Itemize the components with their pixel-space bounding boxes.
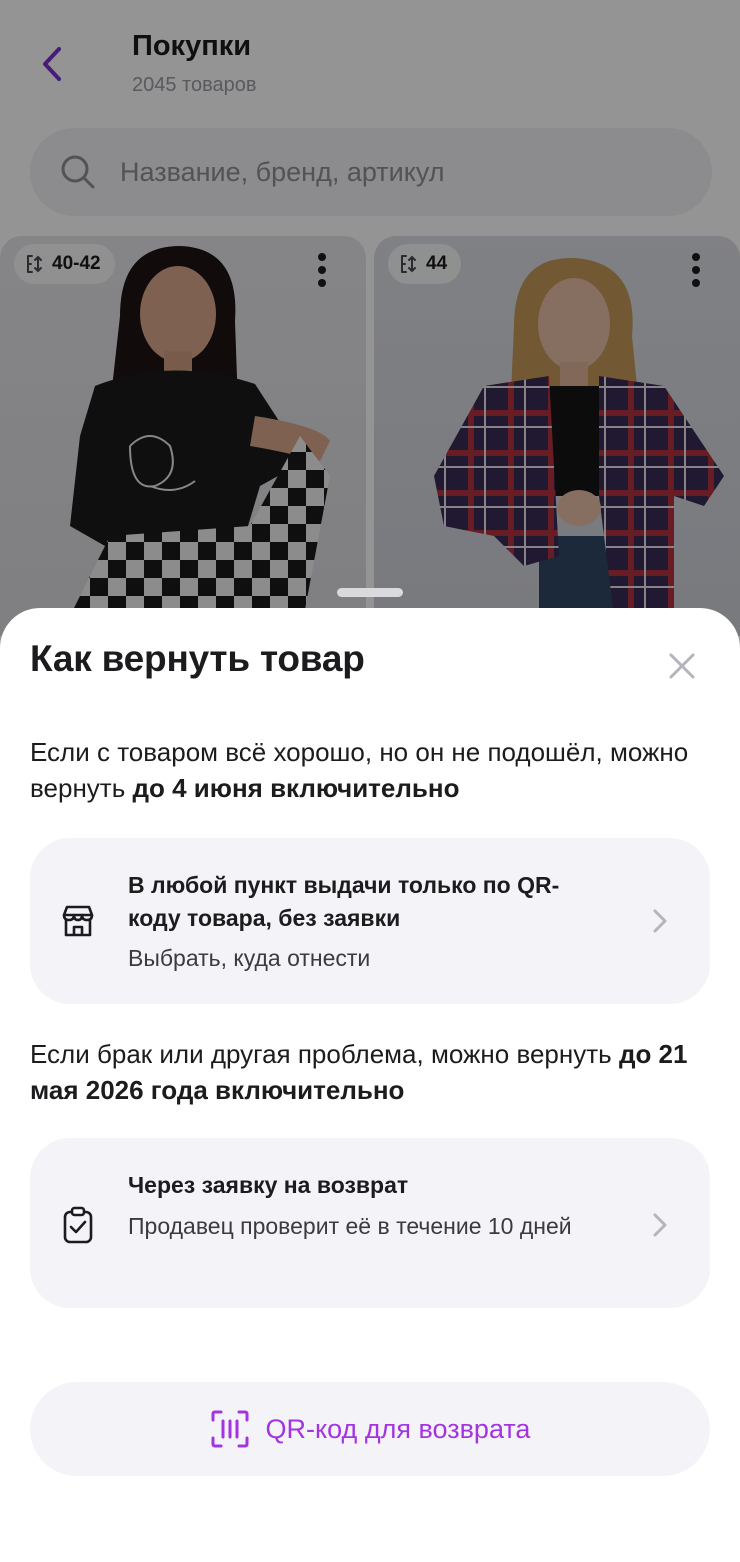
option-description: Выбрать, куда отнести [128, 945, 371, 971]
option-title: В любой пункт выдачи только по QR-коду т… [128, 872, 560, 931]
sheet-title: Как вернуть товар [30, 638, 365, 679]
close-icon [669, 653, 695, 679]
option-pickup-point[interactable]: В любой пункт выдачи только по QR-коду т… [30, 838, 710, 1004]
close-button[interactable] [658, 642, 706, 690]
qr-return-button[interactable]: QR-код для возврата [30, 1382, 710, 1476]
clipboard-check-icon [63, 1206, 93, 1244]
option-title: Через заявку на возврат [128, 1172, 409, 1198]
store-icon [62, 905, 94, 937]
sheet-grabber[interactable] [337, 588, 403, 597]
return-bottom-sheet: Как вернуть товар Если с товаром всё хор… [0, 608, 740, 1562]
barcode-scan-icon [211, 1410, 249, 1448]
option-description: Продавец проверит её в течение 10 дней [128, 1213, 572, 1239]
chevron-right-icon [653, 909, 667, 933]
qr-button-label: QR-код для возврата [265, 1413, 531, 1444]
return-ok-deadline: до 4 июня включительно [132, 773, 460, 803]
chevron-right-icon [653, 1213, 667, 1237]
return-defect-text: Если брак или другая проблема, можно вер… [30, 1039, 688, 1105]
return-ok-text: Если с товаром всё хорошо, но он не подо… [30, 737, 689, 803]
option-return-request[interactable]: Через заявку на возврат Продавец провери… [30, 1138, 710, 1308]
